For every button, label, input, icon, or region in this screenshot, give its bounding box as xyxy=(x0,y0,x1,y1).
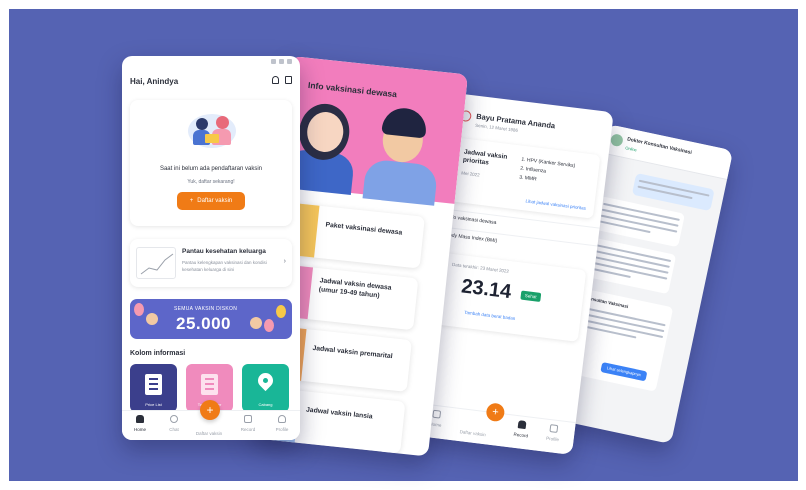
bmi-value: 23.14 xyxy=(460,275,513,304)
vaccine-list: 1. HPV (Kanker Serviks) 2. Influenza 3. … xyxy=(519,156,576,189)
home-screen: Hai, Anindya Saat ini belum ada pendafta… xyxy=(122,56,300,440)
bmi-status-badge: Sehat xyxy=(520,290,542,302)
promo-amount: 25.000 xyxy=(176,314,231,333)
tab-profile[interactable]: Profile xyxy=(537,423,569,444)
man-illustration xyxy=(362,158,439,206)
add-icon[interactable]: + xyxy=(485,402,506,423)
page-title: Info vaksinasi dewasa xyxy=(307,79,398,100)
chart-thumbnail xyxy=(136,247,176,279)
info-card-label: Paket vaksinasi dewasa xyxy=(325,221,403,237)
chevron-right-icon: › xyxy=(283,258,286,265)
add-weight-link[interactable]: Tambah data berat badan xyxy=(464,310,516,321)
health-card-subtitle: Pantau kelengkapan vaksinasi dan kondisi… xyxy=(182,260,267,272)
info-section-title: Kolom informasi xyxy=(130,350,186,357)
info-card-label: Jadwal vaksin lansia xyxy=(305,406,373,421)
tab-home[interactable]: Home xyxy=(125,415,155,432)
greeting: Hai, Anindya xyxy=(130,77,179,86)
schedule-card[interactable]: Jadwal vaksin prioritas Mei 2022 1. HPV … xyxy=(449,137,601,219)
schedule-date: Mei 2022 xyxy=(461,170,480,178)
kid-illustration xyxy=(146,313,158,325)
family-health-card[interactable]: Pantau kesehatan keluarga Pantau kelengk… xyxy=(130,239,292,287)
bmi-card: Data terakhir: 23 Maret 2022 23.14 Sehat… xyxy=(434,252,587,342)
schedule-title: Jadwal vaksin prioritas xyxy=(462,148,508,168)
tab-profile[interactable]: Profile xyxy=(267,415,297,432)
status-bar xyxy=(271,59,292,64)
plus-icon: + xyxy=(189,198,194,204)
tab-daftar-vaksin[interactable]: Daftar vaksin xyxy=(194,427,224,436)
tile-price-list[interactable]: Price List xyxy=(130,364,177,412)
record-icon xyxy=(244,415,252,423)
vaccine-registration-card: Saat ini belum ada pendaftaran vaksin Yu… xyxy=(130,100,292,226)
bottom-tabbar: + Home Chat Daftar vaksin Record Profile xyxy=(122,400,300,440)
info-card-label: Jadwal vaksin premarital xyxy=(312,344,393,361)
doctor-avatar xyxy=(609,133,624,148)
discount-banner[interactable]: SEMUA VAKSIN DISKON 25.000 xyxy=(130,299,292,339)
add-icon[interactable]: + xyxy=(200,400,220,420)
chat-bubble xyxy=(583,237,677,295)
tab-record[interactable]: Record xyxy=(233,415,263,432)
price-list-icon xyxy=(145,374,162,395)
bell-icon[interactable] xyxy=(272,76,279,84)
chat-icon xyxy=(170,415,178,423)
health-card-title: Pantau kesehatan keluarga xyxy=(182,248,266,255)
document-icon xyxy=(201,374,218,395)
home-icon xyxy=(136,415,144,423)
profile-icon xyxy=(278,415,286,423)
location-pin-icon xyxy=(254,369,277,392)
family-illustration xyxy=(188,110,236,150)
info-header: ‹ Info vaksinasi dewasa xyxy=(277,56,469,206)
tab-chat[interactable]: Chat xyxy=(159,415,189,432)
vaccine-empty-message: Saat ini belum ada pendaftaran vaksin xyxy=(159,166,263,172)
vaccine-empty-subtext: Yuk, daftar sekarang! xyxy=(187,179,235,185)
schedule-link[interactable]: Lihat jadwal vaksinasi prioritas xyxy=(525,198,586,210)
document-icon[interactable] xyxy=(285,76,292,84)
doctor-name: Dokter Konsultan Vaksinasi xyxy=(626,136,693,156)
register-vaccine-button[interactable]: + Daftar vaksin xyxy=(177,192,245,210)
tile-cabang[interactable]: Cabang xyxy=(242,364,289,412)
info-card-label: Jadwal vaksin dewasa (umur 19-49 tahun) xyxy=(318,277,392,300)
online-status: Online xyxy=(624,145,638,153)
tab-daftar-vaksin[interactable]: Daftar vaksin xyxy=(457,425,488,438)
bmi-date: Data terakhir: 23 Maret 2022 xyxy=(451,261,510,274)
tab-record[interactable]: Record xyxy=(506,419,538,440)
promo-headline: SEMUA VAKSIN DISKON xyxy=(174,306,238,312)
kid-illustration xyxy=(250,317,262,329)
